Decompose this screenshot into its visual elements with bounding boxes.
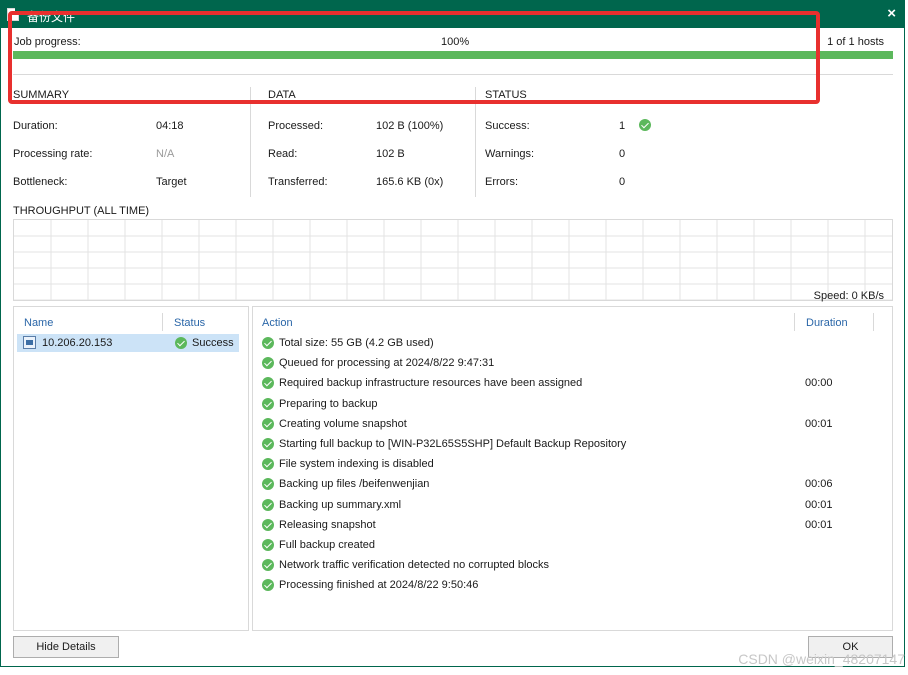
table-row[interactable]: Creating volume snapshot 00:01 (253, 415, 894, 435)
host-name: 10.206.20.153 (42, 337, 113, 349)
table-row[interactable]: Queued for processing at 2024/8/22 9:47:… (253, 354, 894, 374)
column-separator[interactable] (873, 313, 874, 331)
table-row[interactable]: Backing up files /beifenwenjian 00:06 (253, 475, 894, 495)
action-duration: 00:00 (805, 377, 833, 390)
action-duration: 00:01 (805, 498, 833, 511)
success-check-icon (262, 337, 274, 349)
job-progress-hosts: 1 of 1 hosts (827, 36, 884, 48)
table-row[interactable]: Preparing to backup (253, 395, 894, 415)
summary-value: Target (156, 176, 187, 188)
column-header-duration[interactable]: Duration (806, 317, 848, 329)
success-check-icon (262, 397, 274, 410)
host-status: Success (192, 337, 234, 349)
success-check-icon (262, 539, 274, 551)
table-row[interactable]: Required backup infrastructure resources… (253, 374, 894, 394)
column-header-status[interactable]: Status (174, 317, 205, 329)
column-header-action[interactable]: Action (262, 317, 293, 329)
linux-server-icon (23, 336, 36, 349)
action-text: File system indexing is disabled (279, 458, 434, 471)
watermark: CSDN @weixin_48207147 (738, 651, 905, 667)
data-value: 102 B (376, 148, 405, 160)
success-check-icon (262, 478, 274, 491)
action-text: Total size: 55 GB (4.2 GB used) (279, 337, 434, 349)
table-row[interactable]: Total size: 55 GB (4.2 GB used) (253, 334, 894, 354)
action-text: Processing finished at 2024/8/22 9:50:46 (279, 579, 479, 592)
action-text: Backing up summary.xml (279, 498, 402, 511)
table-row[interactable]: Full backup created (253, 536, 894, 556)
success-check-icon (262, 377, 274, 390)
status-label: Errors: (485, 176, 518, 188)
success-check-icon (262, 438, 274, 450)
success-check-icon (262, 498, 274, 511)
data-label: Transferred: (268, 176, 328, 188)
status-value: 0 (619, 176, 626, 188)
success-check-icon (262, 357, 274, 370)
action-text: Full backup created (279, 539, 375, 551)
data-label: Read: (268, 148, 298, 160)
success-check-icon (262, 458, 274, 471)
action-text: Required backup infrastructure resources… (279, 377, 583, 390)
data-label: Processed: (268, 120, 324, 132)
summary-label: Processing rate: (13, 148, 93, 160)
action-text: Network traffic verification detected no… (279, 559, 550, 572)
column-separator[interactable] (794, 313, 795, 331)
summary-value: N/A (156, 148, 175, 160)
column-separator[interactable] (162, 313, 163, 331)
table-row[interactable]: Releasing snapshot 00:01 (253, 516, 894, 536)
action-duration: 00:01 (805, 417, 833, 430)
action-duration: 00:06 (805, 478, 833, 491)
success-check-icon (262, 417, 274, 430)
action-text: Queued for processing at 2024/8/22 9:47:… (279, 357, 495, 370)
actions-table: Action Duration Total size: 55 GB (4.2 G… (252, 306, 893, 631)
column-header-name[interactable]: Name (24, 317, 53, 329)
annotation-highlight (8, 11, 820, 104)
table-row[interactable]: Backing up summary.xml 00:01 (253, 496, 894, 516)
close-icon[interactable]: × (887, 5, 896, 22)
hide-details-button[interactable]: Hide Details (13, 636, 119, 658)
table-row[interactable]: Starting full backup to [WIN-P32L65S5SHP… (253, 435, 894, 455)
success-check-icon (175, 337, 187, 349)
throughput-title: THROUGHPUT (ALL TIME) (13, 205, 150, 217)
throughput-grid (14, 220, 892, 300)
success-check-icon (262, 559, 274, 572)
hosts-table: Name Status 10.206.20.153 Success (13, 306, 249, 631)
action-text: Preparing to backup (279, 397, 378, 410)
status-value: 1 (619, 120, 626, 132)
success-check-icon (262, 579, 274, 592)
throughput-chart (13, 219, 893, 301)
action-text: Creating volume snapshot (279, 417, 407, 430)
action-duration: 00:01 (805, 518, 833, 531)
table-row[interactable]: File system indexing is disabled (253, 455, 894, 475)
action-text: Backing up files /beifenwenjian (279, 478, 430, 491)
summary-value: 04:18 (156, 120, 184, 132)
table-row[interactable]: Network traffic verification detected no… (253, 556, 894, 576)
success-check-icon (262, 518, 274, 531)
success-check-icon (639, 119, 651, 131)
status-value: 0 (619, 148, 626, 160)
summary-label: Duration: (13, 120, 58, 132)
table-row[interactable]: 10.206.20.153 Success (17, 334, 239, 352)
action-text: Starting full backup to [WIN-P32L65S5SHP… (279, 438, 627, 450)
table-row[interactable]: Processing finished at 2024/8/22 9:50:46 (253, 576, 894, 596)
action-text: Releasing snapshot (279, 518, 376, 531)
speed-readout: Speed: 0 KB/s (813, 290, 884, 302)
status-label: Success: (485, 120, 530, 132)
status-label: Warnings: (485, 148, 535, 160)
data-value: 102 B (100%) (376, 120, 444, 132)
data-value: 165.6 KB (0x) (376, 176, 444, 188)
summary-label: Bottleneck: (13, 176, 68, 188)
